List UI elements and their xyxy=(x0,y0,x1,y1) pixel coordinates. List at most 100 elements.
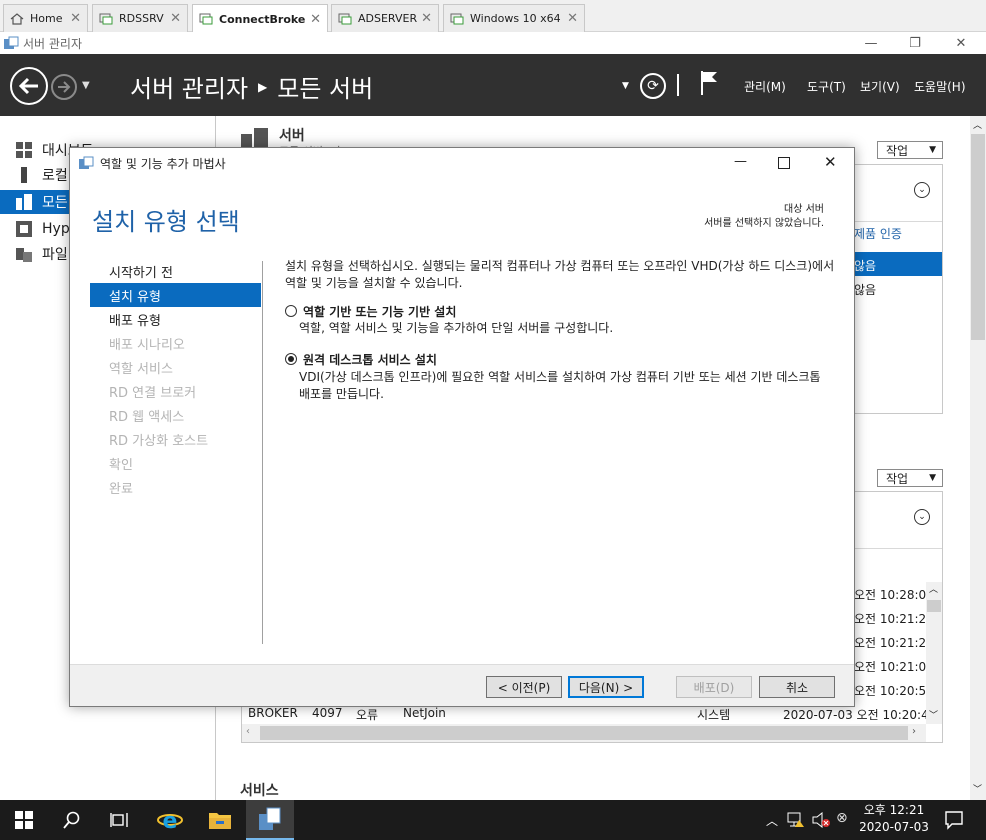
back-arrow-icon[interactable] xyxy=(10,67,48,105)
option-remote-desktop-desc: VDI(가상 데스크톱 인프라)에 필요한 역할 서비스를 설치하여 가상 컴퓨… xyxy=(299,370,821,401)
chevron-down-icon: ▼ xyxy=(929,473,936,483)
event-date: 2020-07-03 오전 10:20:47 xyxy=(783,708,937,722)
file-explorer-icon[interactable] xyxy=(196,800,244,840)
event-time: 오전 10:20:52 xyxy=(854,684,934,698)
scroll-up-icon[interactable]: ︿ xyxy=(973,118,982,131)
vm-icon xyxy=(338,13,352,24)
action-center-icon[interactable] xyxy=(944,810,964,830)
close-icon[interactable]: ✕ xyxy=(421,11,432,26)
dashboard-icon xyxy=(16,142,32,158)
step-rd-connection-broker: RD 연결 브로커 xyxy=(109,385,197,401)
close-icon[interactable]: ✕ xyxy=(938,32,984,54)
step-installation-type[interactable]: 설치 유형 xyxy=(90,283,261,307)
target-server-value: 서버를 선택하지 않았습니다. xyxy=(704,218,824,229)
server-manager-taskbar-icon[interactable] xyxy=(246,800,294,840)
menu-view[interactable]: 보기(V) xyxy=(860,78,900,95)
add-roles-wizard-dialog: 역할 및 기능 추가 마법사 — ✕ 설치 유형 선택 대상 서버 서버를 선택… xyxy=(69,147,855,707)
cancel-button[interactable]: 취소 xyxy=(759,676,835,698)
column-activation[interactable]: 제품 인증 xyxy=(854,225,902,242)
option-role-based-label[interactable]: 역할 기반 또는 기능 기반 설치 xyxy=(303,303,456,320)
scroll-left-icon[interactable]: ‹ xyxy=(246,726,250,737)
tab-home[interactable]: Home ✕ xyxy=(3,4,88,32)
event-source: NetJoin xyxy=(403,706,446,720)
scroll-up-icon[interactable]: ︿ xyxy=(929,582,938,595)
tab-adserver[interactable]: ADSERVER ✕ xyxy=(331,4,439,32)
step-deployment-type[interactable]: 배포 유형 xyxy=(90,307,261,331)
tab-label: RDSSRV xyxy=(119,12,164,25)
restore-icon[interactable]: ❐ xyxy=(892,32,938,54)
window-titlebar: 서버 관리자 — ❐ ✕ xyxy=(0,32,986,54)
volume-muted-icon[interactable] xyxy=(812,812,830,828)
clock-date: 2020-07-03 xyxy=(859,820,929,834)
scroll-thumb[interactable] xyxy=(260,726,908,740)
deploy-button: 배포(D) xyxy=(676,676,752,698)
clock-time: 오후 12:21 xyxy=(863,803,925,817)
chevron-down-icon: ▼ xyxy=(929,145,936,155)
scroll-down-icon[interactable]: ﹀ xyxy=(929,708,938,721)
expand-chevron-icon[interactable]: ⌄ xyxy=(914,509,930,525)
event-log: 시스템 xyxy=(697,708,731,722)
dialog-titlebar: 역할 및 기능 추가 마법사 — ✕ xyxy=(70,148,854,178)
home-icon xyxy=(10,12,24,25)
scroll-thumb[interactable] xyxy=(971,134,985,340)
start-windows-icon[interactable] xyxy=(0,800,48,840)
tab-label: Windows 10 x64 xyxy=(470,12,561,25)
events-hscrollbar[interactable]: ‹ › xyxy=(242,724,926,742)
close-icon[interactable]: ✕ xyxy=(567,11,578,26)
scroll-down-icon[interactable]: ﹀ xyxy=(973,782,982,795)
scroll-right-icon[interactable]: › xyxy=(912,726,916,737)
close-icon[interactable]: ✕ xyxy=(310,12,321,27)
step-before-you-begin[interactable]: 시작하기 전 xyxy=(90,259,261,283)
minimize-icon[interactable]: — xyxy=(734,154,747,169)
radio-role-based[interactable] xyxy=(285,305,297,317)
next-button[interactable]: 다음(N) > xyxy=(568,676,644,698)
event-time: 오전 10:21:23 xyxy=(854,636,934,650)
refresh-icon[interactable]: ⟳ xyxy=(640,73,666,99)
tab-connectbroker[interactable]: ConnectBroker ✕ xyxy=(192,4,328,33)
step-role-services: 역할 서비스 xyxy=(109,361,173,377)
internet-explorer-icon[interactable]: e xyxy=(146,800,194,840)
maximize-icon[interactable] xyxy=(778,157,790,169)
cell-activation: 않음 xyxy=(854,283,877,297)
task-view-icon[interactable] xyxy=(96,800,144,840)
menu-tools[interactable]: 도구(T) xyxy=(807,78,846,95)
target-server-label: 대상 서버 xyxy=(784,204,824,215)
notification-x-icon[interactable]: ⊗ xyxy=(836,810,848,826)
scroll-thumb[interactable] xyxy=(927,600,941,612)
tasks-button[interactable]: 작업 ▼ xyxy=(877,141,943,159)
menu-manage[interactable]: 관리(M) xyxy=(744,78,786,95)
previous-button[interactable]: < 이전(P) xyxy=(486,676,562,698)
event-time: 오전 10:21:24 xyxy=(854,612,934,626)
history-dropdown-icon[interactable]: ▼ xyxy=(82,80,90,91)
refresh-dropdown-icon[interactable]: ▼ xyxy=(622,81,629,91)
close-icon[interactable]: ✕ xyxy=(70,11,81,26)
minimize-icon[interactable]: — xyxy=(848,32,894,54)
clock[interactable]: 오후 12:21 2020-07-03 xyxy=(856,802,932,836)
close-icon[interactable]: ✕ xyxy=(170,11,181,26)
section-title: 서버 xyxy=(279,128,305,144)
dialog-title: 역할 및 기능 추가 마법사 xyxy=(100,156,226,171)
radio-remote-desktop[interactable] xyxy=(285,353,297,365)
notification-flag-icon[interactable] xyxy=(700,70,720,96)
tasks-button[interactable]: 작업 ▼ xyxy=(877,469,943,487)
divider xyxy=(677,74,679,96)
search-icon[interactable] xyxy=(48,800,96,840)
events-vscrollbar[interactable]: ︿ ﹀ xyxy=(926,582,942,724)
close-icon[interactable]: ✕ xyxy=(824,153,837,171)
event-time: 오전 10:28:02 xyxy=(854,588,934,602)
file-storage-icon xyxy=(16,248,32,262)
option-remote-desktop-label[interactable]: 원격 데스크톱 서비스 설치 xyxy=(303,351,437,368)
event-time: 오전 10:21:08 xyxy=(854,660,934,674)
services-title: 서비스 xyxy=(240,783,279,799)
tab-windows10[interactable]: Windows 10 x64 ✕ xyxy=(443,4,585,32)
event-severity: 오류 xyxy=(356,708,379,722)
svg-text:e: e xyxy=(163,809,178,833)
menu-help[interactable]: 도움말(H) xyxy=(914,78,966,95)
expand-chevron-icon[interactable]: ⌄ xyxy=(914,182,930,198)
tab-rdssrv[interactable]: RDSSRV ✕ xyxy=(92,4,188,32)
forward-arrow-icon[interactable] xyxy=(51,74,77,100)
tray-chevron-up-icon[interactable]: ︿ xyxy=(766,812,778,829)
network-icon[interactable] xyxy=(787,812,805,828)
wizard-icon xyxy=(79,156,94,169)
breadcrumb-app[interactable]: 서버 관리자 xyxy=(130,69,248,104)
